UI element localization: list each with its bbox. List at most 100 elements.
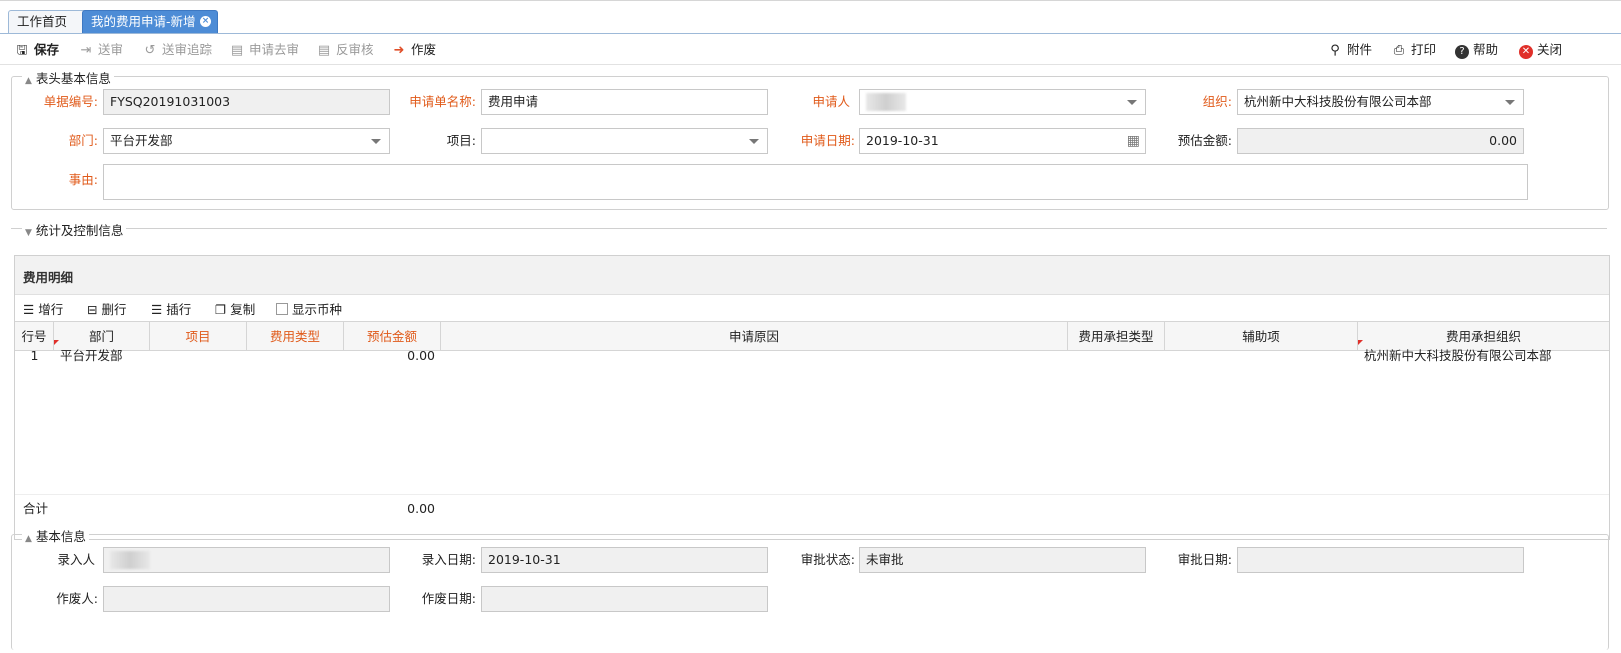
detail-grid: 费用明细 ☰ 增行 ⊟ 删行 ☰ 插行 ❐ 复制 显示币种 行号 部门 项目 费用类型 …: [14, 255, 1610, 540]
est-field[interactable]: 0.00: [1237, 128, 1524, 154]
track-button[interactable]: ↺ 送审追踪: [142, 41, 212, 59]
add-row-icon: ☰: [23, 302, 35, 317]
name-label: 申请单名称:: [409, 94, 476, 109]
attach-button[interactable]: ⚲ 附件: [1327, 41, 1372, 59]
help-label: 帮助: [1473, 42, 1499, 57]
entered-date-label: 录入日期:: [421, 552, 476, 567]
applicant-label: 申请人: [812, 94, 850, 109]
insert-row-button[interactable]: ☰ 插行: [151, 301, 191, 319]
submit-icon: ⇥: [80, 43, 92, 58]
tab-home[interactable]: 工作首页: [8, 10, 88, 33]
dept-cell[interactable]: 平台开发部: [60, 344, 150, 368]
name-field[interactable]: 费用申请: [481, 89, 768, 115]
bear-org-cell[interactable]: 杭州新中大科技股份有限公司本部: [1364, 344, 1608, 368]
submit-label: 送审: [98, 42, 124, 57]
add-row-button[interactable]: ☰ 增行: [23, 301, 63, 319]
header-legend[interactable]: ▲ 表头基本信息: [22, 68, 114, 87]
org-label: 组织:: [1202, 94, 1232, 109]
project-cell[interactable]: [156, 344, 246, 368]
calendar-icon[interactable]: ▦: [1127, 129, 1140, 153]
date-value: 2019-10-31: [866, 133, 939, 148]
status-value: 未审批: [866, 552, 904, 567]
void-date-field[interactable]: [481, 586, 768, 612]
bear-type-cell[interactable]: [1074, 344, 1164, 368]
row-no-cell[interactable]: 1: [15, 344, 54, 368]
doc-no-label: 单据编号:: [43, 94, 98, 109]
help-button[interactable]: ? 帮助: [1455, 41, 1498, 59]
withdraw-button[interactable]: ▤ 申请去审: [229, 41, 299, 59]
show-currency-toggle[interactable]: 显示币种: [276, 301, 342, 319]
name-value: 费用申请: [488, 94, 539, 109]
collapse-icon: ▲: [25, 76, 32, 86]
reason-field[interactable]: [103, 164, 1528, 200]
collapse-icon: ▲: [25, 534, 32, 544]
void-label: 作废: [411, 42, 437, 57]
dept-field[interactable]: 平台开发部: [103, 128, 390, 154]
total-amount: 0.00: [407, 501, 435, 516]
org-value: 杭州新中大科技股份有限公司本部: [1244, 94, 1432, 109]
entered-by-field[interactable]: [103, 547, 390, 573]
voided-by-field[interactable]: [103, 586, 390, 612]
help-icon: ?: [1455, 45, 1469, 59]
chevron-down-icon[interactable]: [749, 139, 759, 144]
unaudit-label: 反审核: [336, 42, 374, 57]
reason-label: 事由:: [68, 172, 98, 187]
copy-row-button[interactable]: ❐ 复制: [215, 301, 255, 319]
detail-grid-header: 费用明细: [15, 256, 1609, 295]
add-row-label: 增行: [38, 302, 64, 317]
approve-date-field[interactable]: [1237, 547, 1524, 573]
stats-divider: [11, 228, 1607, 229]
type-cell[interactable]: [253, 344, 343, 368]
show-currency-checkbox[interactable]: [276, 303, 288, 315]
chevron-down-icon[interactable]: [1505, 100, 1515, 105]
status-field[interactable]: 未审批: [859, 547, 1146, 573]
dept-label: 部门:: [68, 133, 98, 148]
project-label: 项目:: [446, 133, 476, 148]
withdraw-label: 申请去审: [249, 42, 300, 57]
doc-no-field[interactable]: FYSQ20191031003: [103, 89, 390, 115]
print-button[interactable]: ⎙ 打印: [1391, 41, 1436, 59]
approve-date-label: 审批日期:: [1177, 552, 1232, 567]
close-icon: ✕: [1519, 45, 1533, 59]
tab-close-icon[interactable]: ×: [200, 16, 211, 27]
top-border: [0, 0, 1621, 1]
entered-date-field[interactable]: 2019-10-31: [481, 547, 768, 573]
chevron-down-icon[interactable]: [371, 139, 381, 144]
basic-legend[interactable]: ▲ 基本信息: [22, 526, 89, 545]
void-button[interactable]: ➜ 作废: [391, 41, 436, 59]
aux-cell[interactable]: [1171, 344, 1357, 368]
document-icon: ▤: [230, 43, 244, 58]
stats-legend[interactable]: ▼ 统计及控制信息: [22, 220, 127, 239]
required-marker: [1358, 340, 1363, 345]
basic-legend-label: 基本信息: [35, 529, 86, 544]
track-label: 送审追踪: [162, 42, 213, 57]
copy-row-label: 复制: [230, 302, 256, 317]
est-value: 0.00: [1489, 133, 1517, 148]
copy-icon: ❐: [215, 302, 227, 317]
applicant-field[interactable]: [859, 89, 1146, 115]
unaudit-button[interactable]: ▤ 反审核: [316, 41, 374, 59]
paperclip-icon: ⚲: [1330, 43, 1340, 58]
history-icon: ↺: [144, 43, 156, 58]
submit-button[interactable]: ⇥ 送审: [78, 41, 123, 59]
reason-cell[interactable]: [447, 344, 1062, 368]
tab-expense-new[interactable]: 我的费用申请-新增 ×: [82, 10, 218, 33]
delete-row-label: 删行: [101, 302, 127, 317]
stats-legend-label: 统计及控制信息: [35, 223, 124, 238]
delete-row-icon: ⊟: [87, 302, 98, 317]
dept-value: 平台开发部: [110, 133, 173, 148]
total-divider: [15, 494, 1609, 495]
entered-date-value: 2019-10-31: [488, 552, 561, 567]
project-field[interactable]: [481, 128, 768, 154]
amount-cell[interactable]: 0.00: [344, 344, 435, 368]
date-field[interactable]: 2019-10-31 ▦: [859, 128, 1146, 154]
entered-by-label: 录入人: [57, 552, 95, 567]
tab-home-label: 工作首页: [17, 14, 68, 29]
est-label: 预估金额:: [1177, 133, 1232, 148]
org-field[interactable]: 杭州新中大科技股份有限公司本部: [1237, 89, 1524, 115]
chevron-down-icon[interactable]: [1127, 100, 1137, 105]
delete-row-button[interactable]: ⊟ 删行: [87, 301, 127, 319]
close-button[interactable]: ✕ 关闭: [1519, 41, 1562, 59]
save-button[interactable]: 🖫 保存: [14, 41, 59, 59]
attach-label: 附件: [1347, 42, 1373, 57]
